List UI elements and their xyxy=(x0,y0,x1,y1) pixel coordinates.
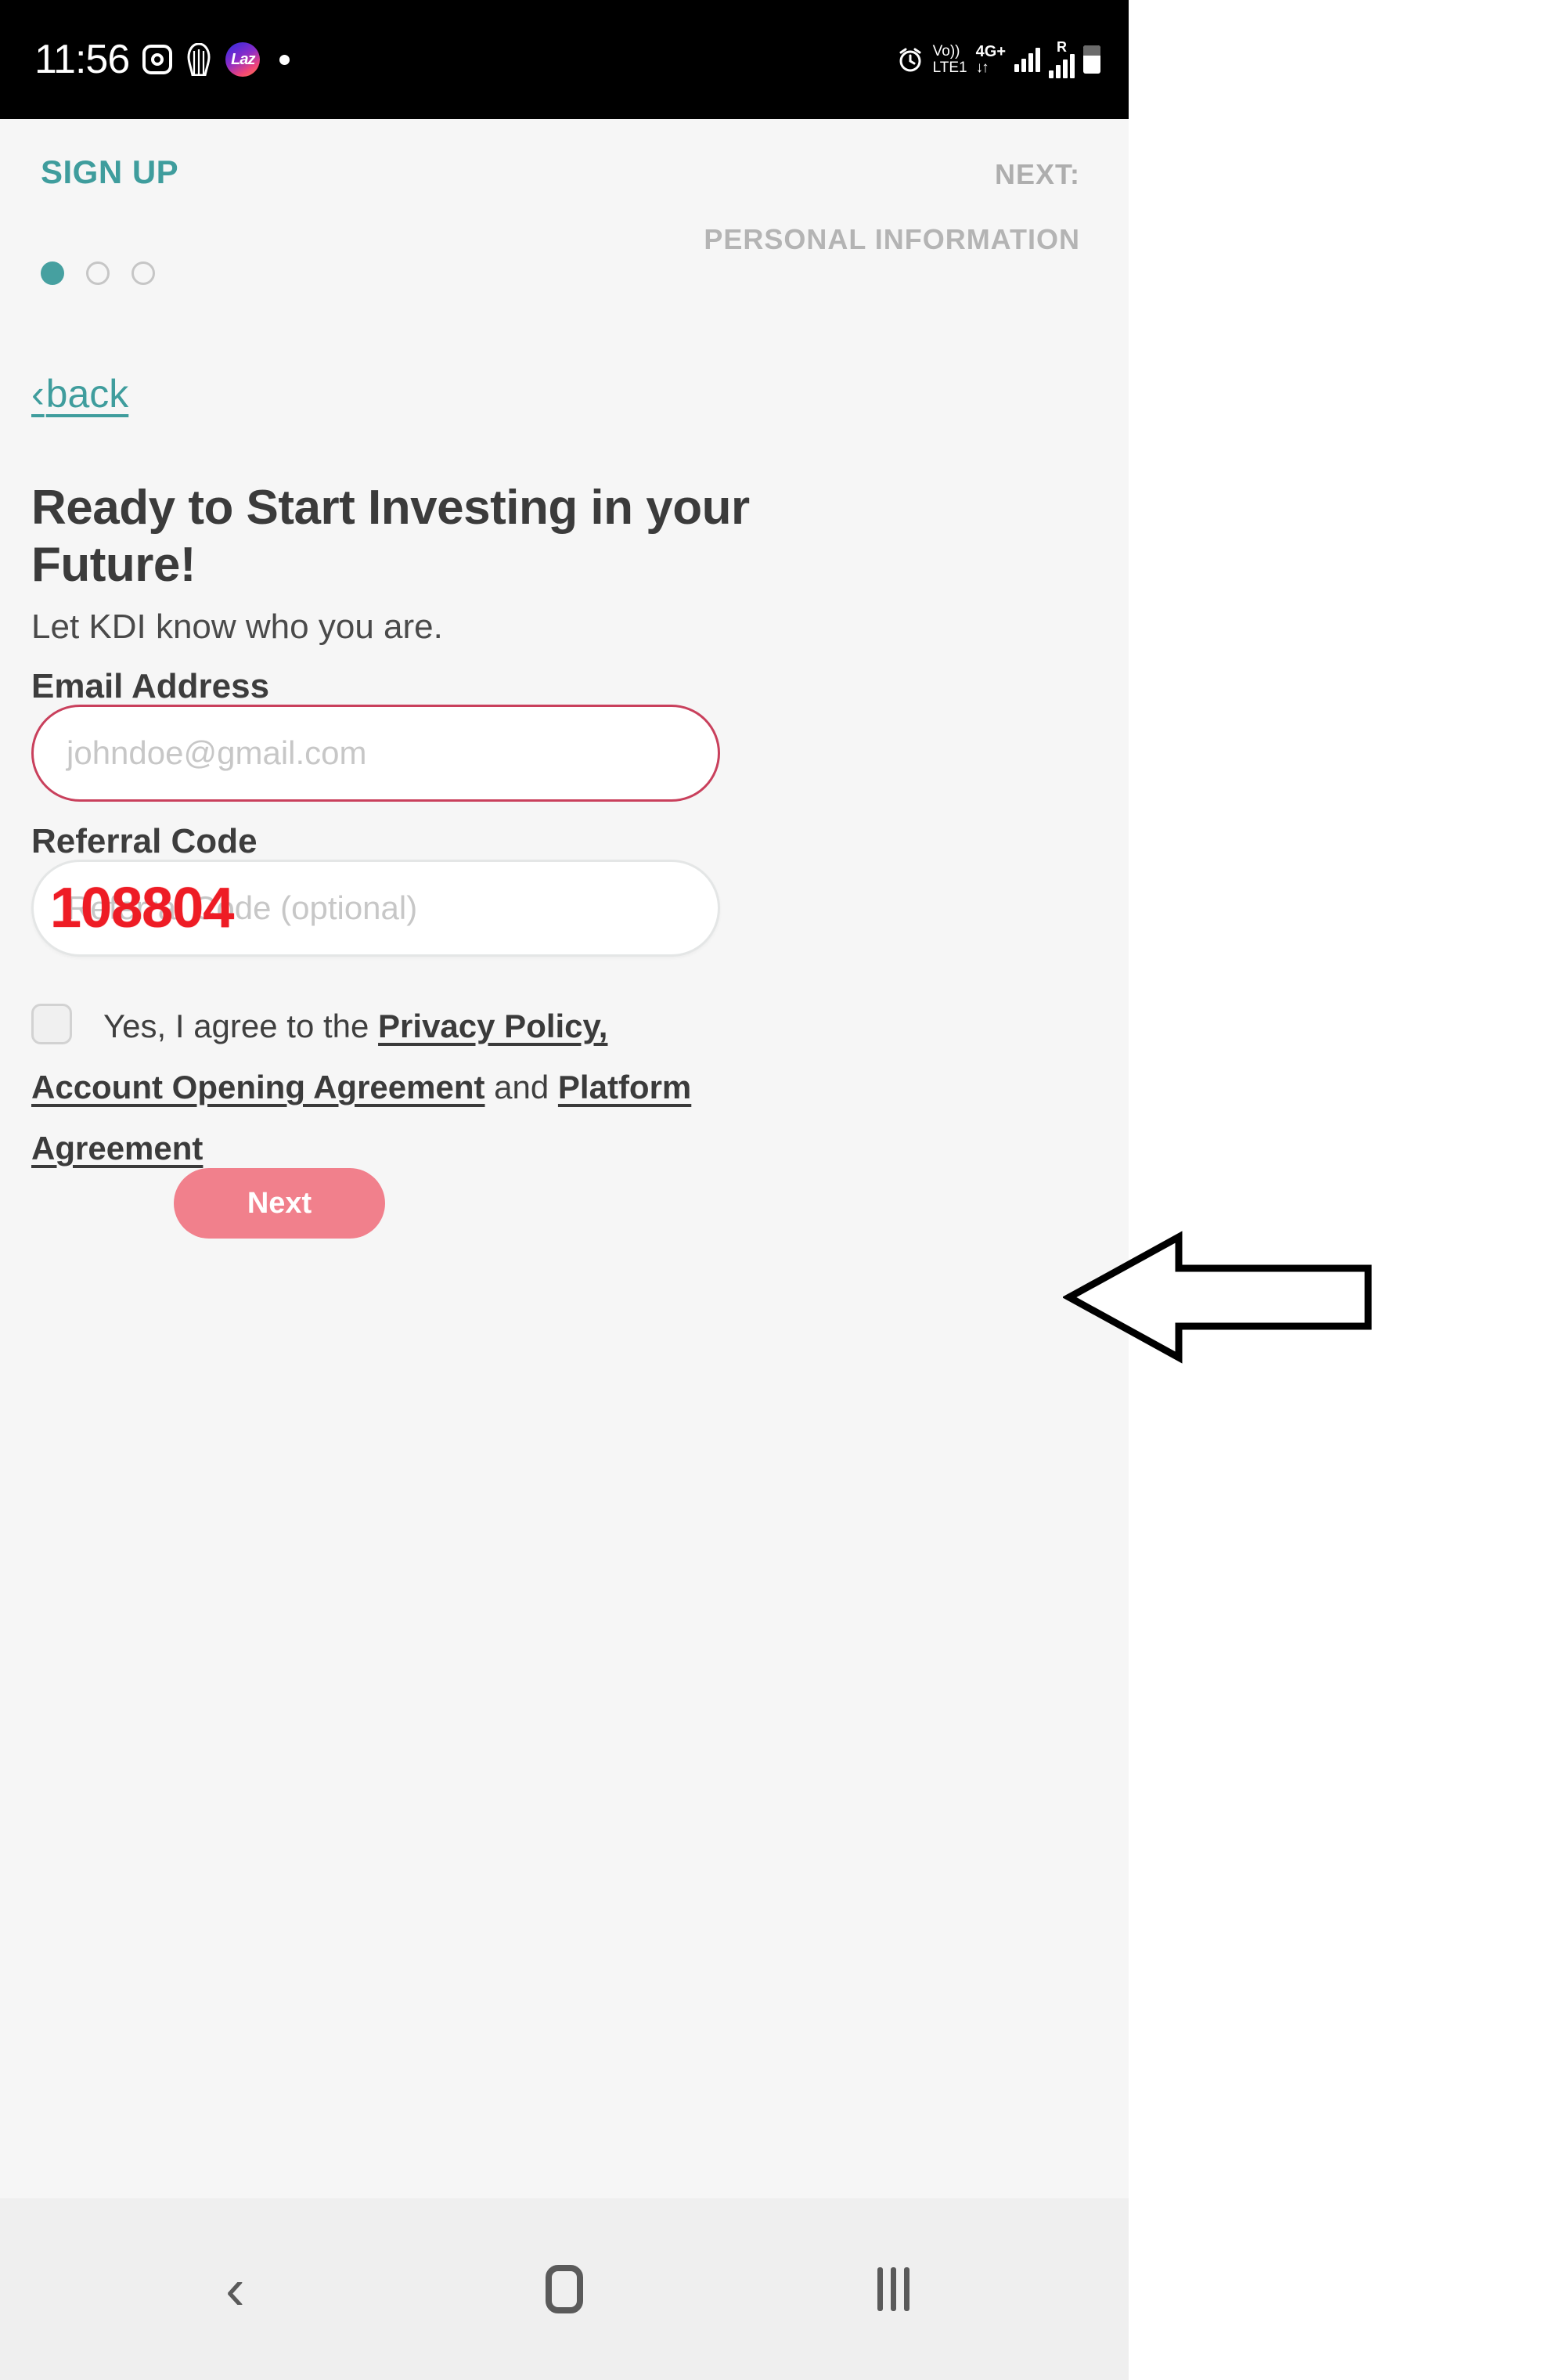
recents-icon xyxy=(877,2267,910,2311)
status-bar: 11:56 Laz Vo)) LTE1 4G+ ↓↑ R xyxy=(0,0,1129,119)
volte-line-1: Vo)) xyxy=(932,43,960,60)
shell-app-icon xyxy=(185,43,212,76)
privacy-policy-link[interactable]: Privacy Policy, xyxy=(378,1008,607,1044)
network-type-indicator: 4G+ ↓↑ xyxy=(975,42,1006,76)
nav-back-button[interactable]: ‹ xyxy=(188,2242,282,2336)
agreement-row: Yes, I agree to the Privacy Policy, Acco… xyxy=(31,996,720,1179)
notification-dot-icon xyxy=(279,54,290,65)
agreement-checkbox[interactable] xyxy=(31,1004,72,1044)
account-opening-agreement-link[interactable]: Account Opening Agreement xyxy=(31,1069,485,1105)
chevron-left-icon: ‹ xyxy=(31,372,45,416)
email-field-label: Email Address xyxy=(31,667,270,705)
roaming-signal-bars-icon xyxy=(1049,53,1075,78)
next-button[interactable]: Next xyxy=(174,1168,385,1239)
roaming-indicator: R xyxy=(1049,39,1075,78)
email-input[interactable]: johndoe@gmail.com xyxy=(31,705,720,802)
app-content: SIGN UP NEXT: PERSONAL INFORMATION ‹ bac… xyxy=(0,119,1129,2198)
step-dot-1[interactable] xyxy=(41,261,64,285)
instagram-icon xyxy=(142,45,173,74)
next-step-prefix: NEXT: xyxy=(994,158,1080,190)
status-bar-right: Vo)) LTE1 4G+ ↓↑ R xyxy=(896,39,1100,78)
nav-home-button[interactable] xyxy=(517,2242,611,2336)
android-nav-bar: ‹ xyxy=(0,2198,1129,2380)
data-transfer-arrows-icon: ↓↑ xyxy=(975,59,989,76)
battery-icon xyxy=(1083,45,1100,74)
home-icon xyxy=(545,2265,583,2313)
next-step-name: PERSONAL INFORMATION xyxy=(704,223,1080,255)
referral-field-label: Referral Code xyxy=(31,822,258,860)
referral-code-annotation: 108804 xyxy=(50,877,234,939)
lazada-icon: Laz xyxy=(225,42,261,77)
phone-screenshot: 11:56 Laz Vo)) LTE1 4G+ ↓↑ R SIGN UP NEX… xyxy=(0,0,1129,2380)
annotation-arrow-left-icon xyxy=(1063,1223,1470,1372)
agreement-conjunction: and xyxy=(484,1069,558,1105)
roaming-label: R xyxy=(1057,39,1067,55)
agreement-text: Yes, I agree to the Privacy Policy, Acco… xyxy=(31,996,720,1179)
volte-indicator: Vo)) LTE1 xyxy=(933,43,967,76)
step-dot-3[interactable] xyxy=(131,261,155,285)
agreement-continued: Account Opening Agreement and Platform A… xyxy=(31,1057,720,1179)
step-dot-2[interactable] xyxy=(86,261,110,285)
alarm-icon xyxy=(896,45,924,74)
nav-back-icon: ‹ xyxy=(225,2256,245,2321)
subheadline: Let KDI know who you are. xyxy=(31,608,443,646)
step-indicator xyxy=(41,261,155,285)
lazada-icon-glyph: Laz xyxy=(231,51,255,68)
agreement-intro-text: Yes, I agree to the xyxy=(103,1008,379,1044)
back-link-label: back xyxy=(45,372,129,416)
nav-recents-button[interactable] xyxy=(847,2242,941,2336)
status-bar-clock: 11:56 xyxy=(34,37,130,82)
headline: Ready to Start Investing in your Future! xyxy=(31,480,750,592)
back-link[interactable]: ‹ back xyxy=(31,371,128,416)
status-bar-left: 11:56 Laz xyxy=(34,39,290,80)
volte-line-2: LTE1 xyxy=(932,60,967,76)
email-input-placeholder: johndoe@gmail.com xyxy=(67,734,367,771)
network-type-label: 4G+ xyxy=(975,42,1006,60)
page-title: SIGN UP xyxy=(41,153,179,190)
signal-bars-icon xyxy=(1014,47,1040,72)
